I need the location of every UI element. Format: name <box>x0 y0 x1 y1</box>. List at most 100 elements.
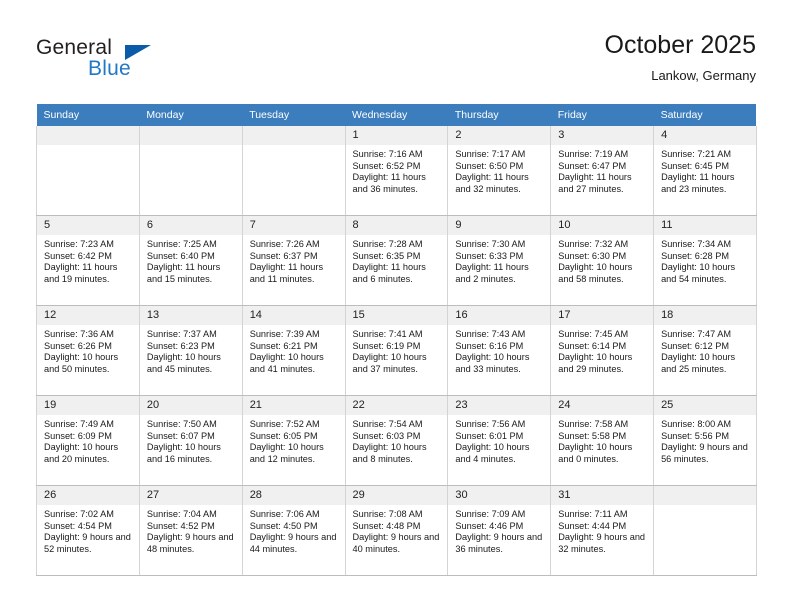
calendar-day-cell[interactable]: 11 Sunrise: 7:34 AM Sunset: 6:28 PM Dayligh… <box>653 215 757 306</box>
calendar-day-cell[interactable]: 3 Sunrise: 7:19 AM Sunset: 6:47 PM Daylight… <box>550 126 655 216</box>
day-details: Sunrise: 7:39 AM Sunset: 6:21 PM Daylight:… <box>243 325 345 375</box>
day-details: Sunrise: 7:50 AM Sunset: 6:07 PM Daylight:… <box>140 415 242 465</box>
daylight-text: Daylight: 10 hours and 37 minutes. <box>352 352 427 374</box>
calendar-day-cell[interactable]: 26 Sunrise: 7:02 AM Sunset: 4:54 PM Dayligh… <box>36 485 140 576</box>
calendar-day-cell[interactable]: 31 Sunrise: 7:11 AM Sunset: 4:44 PM Dayligh… <box>550 485 655 576</box>
calendar-day-cell[interactable]: 27 Sunrise: 7:04 AM Sunset: 4:52 PM Dayligh… <box>138 485 243 576</box>
day-number: 16 <box>448 306 551 325</box>
brand-name-blue: Blue <box>88 57 131 80</box>
calendar-day-cell[interactable]: 29 Sunrise: 7:08 AM Sunset: 4:48 PM Dayligh… <box>344 485 449 576</box>
day-number: 12 <box>37 306 139 325</box>
daylight-text: Daylight: 11 hours and 2 minutes. <box>455 262 529 284</box>
calendar-cell-inner: 28 Sunrise: 7:06 AM Sunset: 4:50 PM Dayligh… <box>242 486 345 575</box>
calendar-day-cell[interactable]: 8 Sunrise: 7:28 AM Sunset: 6:35 PM Daylight… <box>344 215 449 306</box>
calendar-day-cell[interactable]: 23 Sunrise: 7:56 AM Sunset: 6:01 PM Dayligh… <box>447 395 552 486</box>
daylight-text: Daylight: 11 hours and 15 minutes. <box>146 262 221 284</box>
day-details: Sunrise: 7:43 AM Sunset: 6:16 PM Daylight:… <box>448 325 550 375</box>
calendar-day-cell[interactable]: 14 Sunrise: 7:39 AM Sunset: 6:21 PM Dayligh… <box>241 305 346 396</box>
calendar-cell-inner: 17 Sunrise: 7:45 AM Sunset: 6:14 PM Dayligh… <box>551 306 654 395</box>
day-details: Sunrise: 7:08 AM Sunset: 4:48 PM Daylight:… <box>346 505 448 555</box>
calendar-day-cell[interactable]: 6 Sunrise: 7:25 AM Sunset: 6:40 PM Daylight… <box>138 215 243 306</box>
daylight-text: Daylight: 11 hours and 19 minutes. <box>44 262 118 284</box>
calendar-day-cell[interactable]: 1 Sunrise: 7:16 AM Sunset: 6:52 PM Daylight… <box>344 126 449 216</box>
day-details: Sunrise: 7:45 AM Sunset: 6:14 PM Daylight:… <box>551 325 653 375</box>
day-details: Sunrise: 7:56 AM Sunset: 6:01 PM Daylight:… <box>448 415 550 465</box>
calendar-day-cell[interactable]: 15 Sunrise: 7:41 AM Sunset: 6:19 PM Dayligh… <box>344 305 449 396</box>
calendar-page: General Blue October 2025 Lankow, German… <box>0 0 792 612</box>
day-number: 29 <box>345 486 448 505</box>
calendar-day-cell[interactable]: 12 Sunrise: 7:36 AM Sunset: 6:26 PM Dayligh… <box>36 305 140 396</box>
calendar-day-cell[interactable]: 20 Sunrise: 7:50 AM Sunset: 6:07 PM Dayligh… <box>138 395 243 486</box>
day-number: 31 <box>551 486 654 505</box>
calendar-cell-inner: 11 Sunrise: 7:34 AM Sunset: 6:28 PM Dayligh… <box>654 216 756 305</box>
sunrise-text: Sunrise: 7:47 AM <box>661 329 732 339</box>
brand-logo[interactable]: General Blue <box>36 36 256 88</box>
daylight-text: Daylight: 10 hours and 29 minutes. <box>558 352 633 374</box>
sunrise-text: Sunrise: 7:06 AM <box>249 509 320 519</box>
day-number: 6 <box>139 216 242 235</box>
daylight-text: Daylight: 9 hours and 32 minutes. <box>558 532 646 554</box>
day-details: Sunrise: 7:30 AM Sunset: 6:33 PM Daylight:… <box>448 235 550 285</box>
calendar-cell-inner: 19 Sunrise: 7:49 AM Sunset: 6:09 PM Dayligh… <box>37 396 139 485</box>
sunrise-text: Sunrise: 7:25 AM <box>146 239 217 249</box>
day-number: 10 <box>551 216 654 235</box>
calendar-cell-inner: 9 Sunrise: 7:30 AM Sunset: 6:33 PM Daylight… <box>448 216 551 305</box>
calendar-day-cell[interactable]: 24 Sunrise: 7:58 AM Sunset: 5:58 PM Dayligh… <box>550 395 655 486</box>
calendar-day-cell[interactable]: 21 Sunrise: 7:52 AM Sunset: 6:05 PM Dayligh… <box>241 395 346 486</box>
calendar-cell-empty <box>241 126 346 216</box>
daylight-text: Daylight: 10 hours and 45 minutes. <box>146 352 221 374</box>
page-header: General Blue October 2025 Lankow, German… <box>0 0 792 104</box>
calendar-day-cell[interactable]: 2 Sunrise: 7:17 AM Sunset: 6:50 PM Daylight… <box>447 126 552 216</box>
sunrise-text: Sunrise: 7:36 AM <box>44 329 114 339</box>
calendar-day-cell[interactable]: 10 Sunrise: 7:32 AM Sunset: 6:30 PM Dayligh… <box>550 215 655 306</box>
sunrise-text: Sunrise: 7:34 AM <box>661 239 732 249</box>
calendar-week-row: 5 Sunrise: 7:23 AM Sunset: 6:42 PM Daylight… <box>36 215 757 306</box>
sunrise-text: Sunrise: 7:26 AM <box>249 239 320 249</box>
calendar-cell-inner: 3 Sunrise: 7:19 AM Sunset: 6:47 PM Daylight… <box>551 126 654 215</box>
sunset-text: Sunset: 6:28 PM <box>661 250 729 261</box>
sunset-text: Sunset: 6:35 PM <box>352 250 421 261</box>
day-number <box>242 126 345 145</box>
day-number: 15 <box>345 306 448 325</box>
sunrise-text: Sunrise: 7:50 AM <box>146 419 217 429</box>
day-details: Sunrise: 7:34 AM Sunset: 6:28 PM Daylight:… <box>654 235 756 285</box>
day-number: 18 <box>654 306 756 325</box>
calendar-cell-inner: 8 Sunrise: 7:28 AM Sunset: 6:35 PM Daylight… <box>345 216 448 305</box>
daylight-text: Daylight: 9 hours and 56 minutes. <box>661 442 748 464</box>
sunrise-text: Sunrise: 7:32 AM <box>558 239 629 249</box>
sunset-text: Sunset: 6:50 PM <box>455 160 524 171</box>
calendar-day-cell[interactable]: 17 Sunrise: 7:45 AM Sunset: 6:14 PM Dayligh… <box>550 305 655 396</box>
sunrise-text: Sunrise: 7:30 AM <box>455 239 526 249</box>
calendar-cell-inner: 13 Sunrise: 7:37 AM Sunset: 6:23 PM Dayligh… <box>139 306 242 395</box>
daylight-text: Daylight: 11 hours and 36 minutes. <box>352 172 426 194</box>
sunset-text: Sunset: 5:58 PM <box>558 430 627 441</box>
calendar-day-cell[interactable]: 19 Sunrise: 7:49 AM Sunset: 6:09 PM Dayligh… <box>36 395 140 486</box>
calendar-day-cell[interactable]: 22 Sunrise: 7:54 AM Sunset: 6:03 PM Dayligh… <box>344 395 449 486</box>
sunset-text: Sunset: 6:16 PM <box>455 340 524 351</box>
calendar-day-cell[interactable]: 5 Sunrise: 7:23 AM Sunset: 6:42 PM Daylight… <box>36 215 140 306</box>
calendar-cell-inner <box>139 126 242 215</box>
calendar-day-cell[interactable]: 4 Sunrise: 7:21 AM Sunset: 6:45 PM Daylight… <box>653 126 757 216</box>
calendar-cell-inner: 7 Sunrise: 7:26 AM Sunset: 6:37 PM Daylight… <box>242 216 345 305</box>
calendar-day-cell[interactable]: 16 Sunrise: 7:43 AM Sunset: 6:16 PM Dayligh… <box>447 305 552 396</box>
calendar-day-cell[interactable]: 13 Sunrise: 7:37 AM Sunset: 6:23 PM Dayligh… <box>138 305 243 396</box>
calendar-week-row: 19 Sunrise: 7:49 AM Sunset: 6:09 PM Dayligh… <box>36 395 757 486</box>
daylight-text: Daylight: 10 hours and 0 minutes. <box>558 442 633 464</box>
sunrise-text: Sunrise: 7:45 AM <box>558 329 629 339</box>
day-number: 21 <box>242 396 345 415</box>
sunset-text: Sunset: 6:07 PM <box>146 430 215 441</box>
weekday-header-thursday: Thursday <box>447 104 551 126</box>
calendar-day-cell[interactable]: 9 Sunrise: 7:30 AM Sunset: 6:33 PM Daylight… <box>447 215 552 306</box>
calendar-day-cell[interactable]: 28 Sunrise: 7:06 AM Sunset: 4:50 PM Dayligh… <box>241 485 346 576</box>
calendar-day-cell[interactable]: 30 Sunrise: 7:09 AM Sunset: 4:46 PM Dayligh… <box>447 485 552 576</box>
calendar-day-cell[interactable]: 25 Sunrise: 8:00 AM Sunset: 5:56 PM Dayligh… <box>653 395 757 486</box>
calendar-day-cell[interactable]: 7 Sunrise: 7:26 AM Sunset: 6:37 PM Daylight… <box>241 215 346 306</box>
weekday-header-saturday: Saturday <box>653 104 757 126</box>
calendar-cell-empty <box>36 126 140 216</box>
sunset-text: Sunset: 6:21 PM <box>249 340 318 351</box>
day-number: 20 <box>139 396 242 415</box>
calendar-cell-inner: 23 Sunrise: 7:56 AM Sunset: 6:01 PM Dayligh… <box>448 396 551 485</box>
calendar-cell-inner: 2 Sunrise: 7:17 AM Sunset: 6:50 PM Daylight… <box>448 126 551 215</box>
day-number: 27 <box>139 486 242 505</box>
calendar-day-cell[interactable]: 18 Sunrise: 7:47 AM Sunset: 6:12 PM Dayligh… <box>653 305 757 396</box>
